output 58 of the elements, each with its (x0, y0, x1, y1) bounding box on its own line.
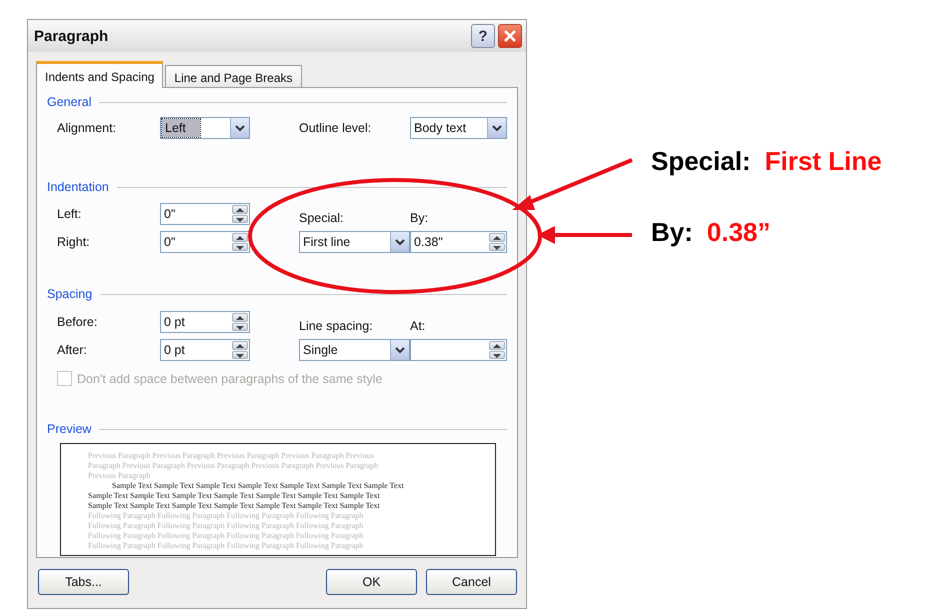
spinner-icon[interactable] (232, 233, 248, 251)
field-label: Special: (299, 211, 344, 225)
field-label: Outline level: (299, 121, 372, 135)
chevron-icon (487, 118, 506, 138)
preview-text-line: Previous Paragraph (88, 471, 152, 481)
tab[interactable]: Indents and Spacing (36, 61, 164, 88)
field-label: Line spacing: (299, 319, 374, 333)
outline-level-dropdown[interactable]: Body text (410, 117, 507, 139)
field-label: Right: (57, 235, 91, 249)
field-label: Left: (57, 207, 82, 221)
field-label: At: (410, 319, 426, 333)
by-field[interactable]: 0.38" (410, 231, 507, 253)
chevron-icon (230, 118, 249, 138)
callout-label: By: (651, 217, 693, 248)
preview-text-line: Following Paragraph Following Paragraph Following Paragraph Following Paragraph (88, 511, 364, 521)
spinner-icon[interactable] (489, 233, 505, 251)
chevron-icon (390, 340, 409, 360)
spacing-before-field[interactable]: 0 pt (160, 311, 250, 333)
close-icon (503, 29, 517, 43)
help-button[interactable]: ? (471, 24, 495, 48)
preview-text-line: Sample Text Sample Text Sample Text Sample Text Sample Text Sample Text Sample Text (88, 491, 381, 501)
spinner-icon[interactable] (232, 205, 248, 223)
callout-value: 0.38” (706, 217, 771, 248)
preview-text-line: Sample Text Sample Text Sample Text Sample Text Sample Text Sample Text Sample Text (88, 501, 381, 511)
dialog-button[interactable]: Cancel (426, 569, 517, 595)
at-field[interactable] (410, 339, 507, 361)
spacing-after-field[interactable]: 0 pt (160, 339, 250, 361)
section-heading: Preview (47, 422, 92, 436)
chevron-icon (390, 232, 409, 252)
spinner-icon[interactable] (489, 341, 505, 359)
callout-value: First Line (764, 146, 882, 177)
preview-text-line: Following Paragraph Following Paragraph Following Paragraph Following Paragraph (88, 521, 364, 531)
special-dropdown[interactable]: First line (299, 231, 410, 253)
left-indent-field[interactable]: 0" (160, 203, 250, 225)
preview-text-line: Sample Text Sample Text Sample Text Sample Text Sample Text Sample Text Sample Text (111, 481, 405, 491)
preview-text-line: Paragraph Previous Paragraph Previous Paragraph Previous Paragraph Previous Paragraph (88, 461, 380, 471)
field-label: By: (410, 211, 430, 225)
section-heading: General (47, 95, 92, 109)
preview-text-line: Following Paragraph Following Paragraph Following Paragraph Following Paragraph (88, 541, 364, 551)
dialog-button[interactable]: OK (326, 569, 417, 595)
section-heading: Indentation (47, 180, 109, 194)
tab[interactable]: Line and Page Breaks (165, 65, 302, 88)
spinner-icon[interactable] (232, 313, 248, 331)
alignment-dropdown[interactable]: Left (160, 117, 250, 139)
line-spacing-dropdown[interactable]: Single (299, 339, 410, 361)
section-heading: Spacing (47, 287, 92, 301)
field-label: Alignment: (57, 121, 118, 135)
right-indent-field[interactable]: 0" (160, 231, 250, 253)
preview-text-line: Previous Paragraph Previous Paragraph Previous Paragraph Previous Paragraph Previous (88, 451, 375, 461)
field-label: After: (57, 343, 88, 357)
field-label: Before: (57, 315, 98, 329)
close-button[interactable] (498, 24, 522, 48)
checkbox-label: Don't add space between paragraphs of the same style (77, 372, 382, 386)
tabs-button[interactable]: Tabs... (38, 569, 129, 595)
spinner-icon[interactable] (232, 341, 248, 359)
callout-label: Special: (651, 146, 751, 177)
preview-text-line: Following Paragraph Following Paragraph Following Paragraph Following Paragraph (88, 531, 364, 541)
window-title: Paragraph (34, 28, 110, 44)
